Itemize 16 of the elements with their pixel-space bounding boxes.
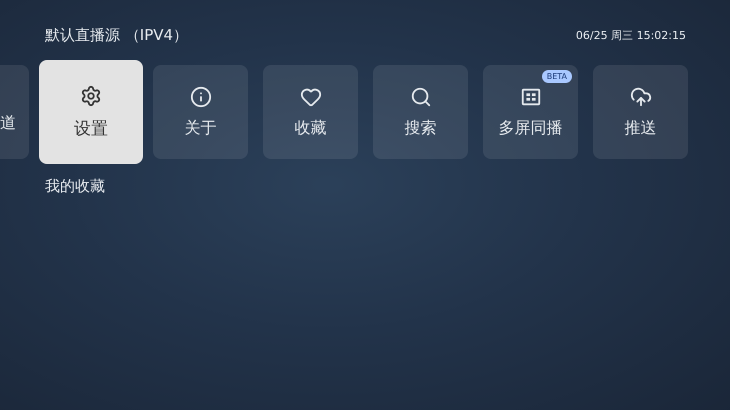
- source-title: 默认直播源 （IPV4）: [45, 26, 188, 44]
- menu-tile[interactable]: BETA 多屏同播: [483, 65, 578, 159]
- heart-icon: [300, 86, 322, 108]
- menu-tile[interactable]: 关于: [153, 65, 248, 159]
- clock: 06/25 周三 15:02:15: [576, 28, 686, 42]
- beta-badge: BETA: [542, 70, 572, 83]
- info-icon: [190, 86, 212, 108]
- menu-tile[interactable]: 道: [0, 65, 29, 159]
- cloud-upload-icon: [630, 86, 652, 108]
- menu-tile[interactable]: 收藏: [263, 65, 358, 159]
- menu-tile[interactable]: 搜索: [373, 65, 468, 159]
- settings-icon: [80, 84, 102, 106]
- menu-tile[interactable]: 推送: [593, 65, 688, 159]
- search-icon: [410, 86, 432, 108]
- menu-tile[interactable]: 设置: [39, 60, 143, 164]
- section-title: 我的收藏: [44, 177, 106, 196]
